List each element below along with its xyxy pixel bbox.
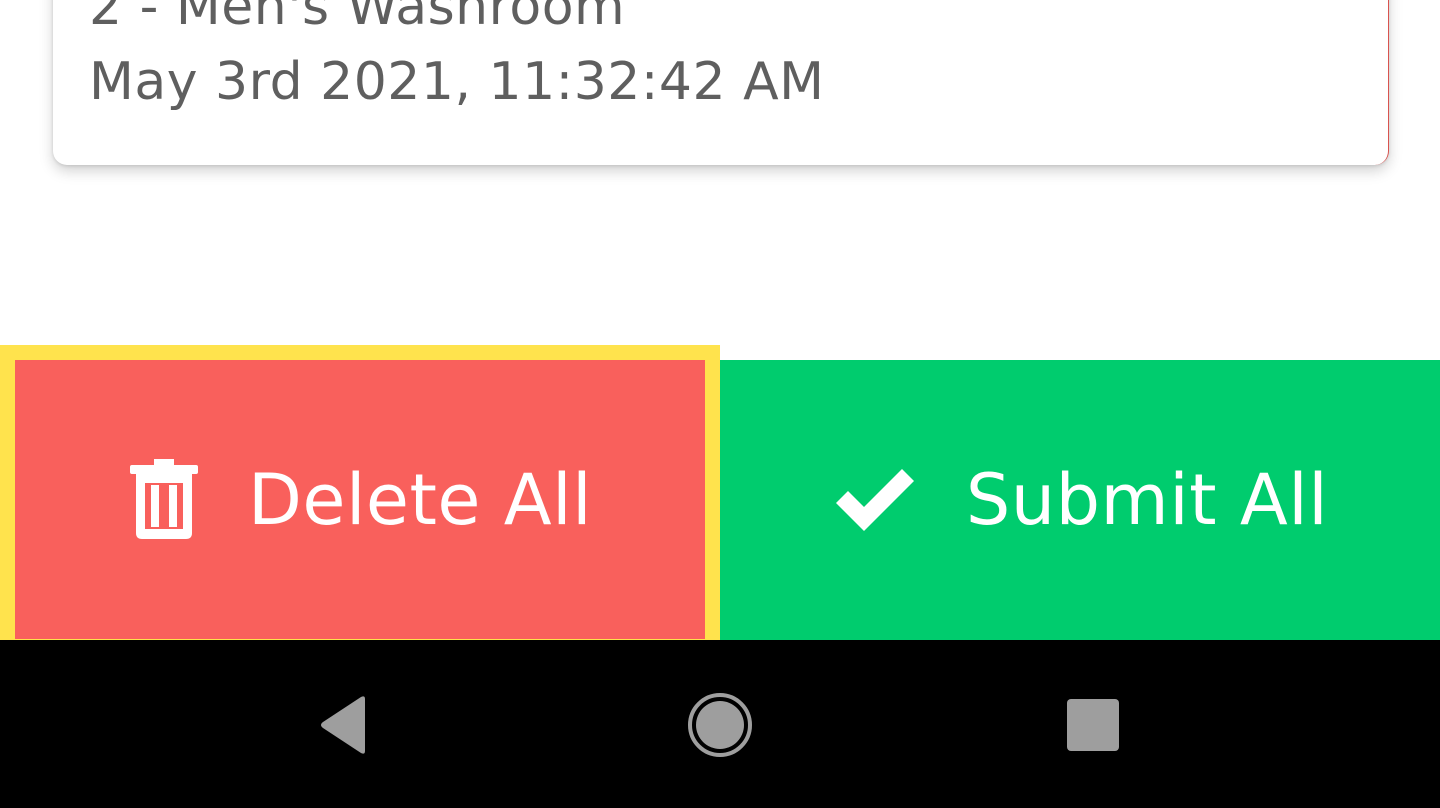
entry-card[interactable]: 2 - Men's Washroom May 3rd 2021, 11:32:4… [53, 0, 1389, 165]
delete-all-button[interactable]: Delete All [0, 360, 720, 640]
submit-all-label: Submit All [965, 459, 1329, 541]
entry-location: 2 - Men's Washroom [89, 0, 626, 37]
check-icon [832, 465, 918, 535]
submit-all-button[interactable]: Submit All [720, 360, 1440, 640]
delete-all-label: Delete All [247, 459, 593, 541]
entry-timestamp: May 3rd 2021, 11:32:42 AM [89, 52, 825, 112]
screen: 2 - Men's Washroom May 3rd 2021, 11:32:4… [0, 0, 1440, 808]
home-circle-icon[interactable] [685, 690, 755, 760]
android-nav-bar [0, 640, 1440, 808]
trash-icon [128, 459, 200, 541]
action-bar: Delete All Submit All [0, 360, 1440, 640]
recent-square-icon[interactable] [1058, 690, 1128, 760]
back-triangle-icon[interactable] [308, 690, 378, 760]
